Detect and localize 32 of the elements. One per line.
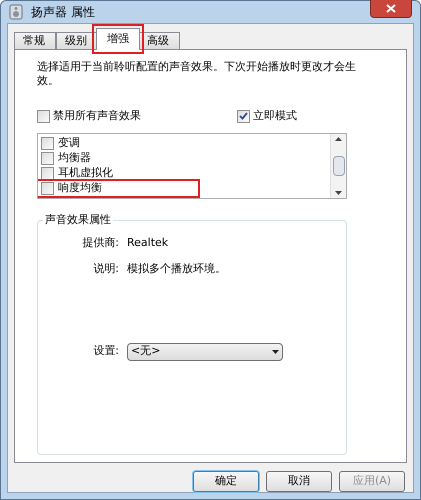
effect-label[interactable]: 均衡器 xyxy=(58,150,91,166)
checkbox[interactable] xyxy=(41,182,54,194)
close-button[interactable] xyxy=(370,0,412,18)
close-icon xyxy=(386,4,396,12)
description-text: 选择适用于当前聆听配置的声音效果。下次开始播放时更改才会生效。 xyxy=(37,60,357,88)
property-label: 说明: xyxy=(92,261,120,277)
option-label: 禁用所有声音效果 xyxy=(53,108,141,124)
effect-label[interactable]: 响度均衡 xyxy=(58,180,102,196)
option-label: 立即模式 xyxy=(253,108,297,124)
property-label: 提供商: xyxy=(81,234,120,250)
checkbox[interactable] xyxy=(41,136,54,150)
group-title: 声音效果属性 xyxy=(43,212,113,226)
dropdown-arrow-icon xyxy=(272,350,279,354)
speaker-icon xyxy=(9,4,23,20)
checkbox[interactable] xyxy=(237,110,250,123)
effect-label[interactable]: 耳机虚拟化 xyxy=(58,164,113,182)
setting-label: 设置: xyxy=(92,343,120,360)
checkbox[interactable] xyxy=(41,166,54,180)
scroll-up-icon[interactable] xyxy=(335,136,342,140)
checkbox[interactable] xyxy=(37,110,50,123)
scroll-down-icon[interactable] xyxy=(335,190,342,194)
effect-label[interactable]: 变调 xyxy=(58,134,80,152)
tab[interactable]: 常规 xyxy=(14,32,56,50)
property-value: 模拟多个播放环境。 xyxy=(127,261,226,277)
scroll-thumb[interactable] xyxy=(332,156,344,176)
dialog-button[interactable]: 确定 xyxy=(193,471,259,492)
scrollbar[interactable] xyxy=(330,134,346,198)
property-value: Realtek xyxy=(127,234,168,250)
dialog-button[interactable]: 取消 xyxy=(266,471,332,492)
checkbox[interactable] xyxy=(41,152,54,164)
setting-dropdown[interactable]: <无> xyxy=(127,342,283,360)
window-title: 扬声器 属性 xyxy=(31,4,95,21)
